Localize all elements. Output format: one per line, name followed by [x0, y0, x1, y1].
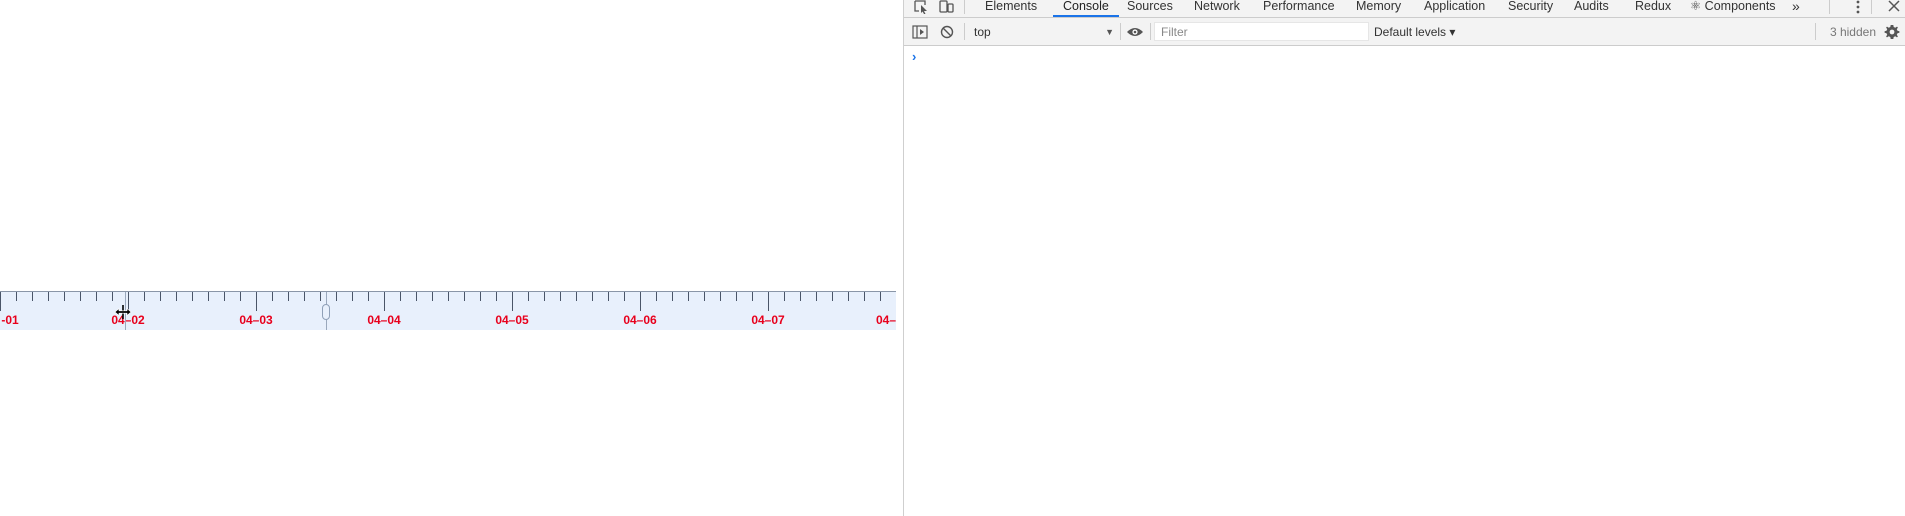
tab-application[interactable]: Application	[1424, 0, 1485, 17]
toolbar-separator	[1815, 23, 1816, 40]
tab-components[interactable]: ⚛ Components	[1690, 0, 1776, 17]
tab-sources[interactable]: Sources	[1127, 0, 1173, 17]
timeline-date-label: 04–03	[239, 313, 273, 327]
inspect-element-icon[interactable]	[913, 0, 929, 14]
timeline-date-label: 04–06	[623, 313, 657, 327]
context-value: top	[974, 25, 991, 39]
device-toolbar-icon[interactable]	[939, 0, 955, 14]
range-end-handle[interactable]	[322, 304, 330, 320]
devtools-panel: Elements Console Sources Network Perform…	[903, 0, 1905, 516]
live-expression-eye-icon[interactable]	[1126, 26, 1144, 38]
log-levels-dropdown[interactable]: Default levels ▾	[1374, 23, 1455, 41]
tab-elements[interactable]: Elements	[985, 0, 1037, 17]
context-selector[interactable]: top ▼	[974, 23, 1114, 41]
more-tabs-button[interactable]: »	[1792, 0, 1800, 17]
timeline-date-label: 04–05	[495, 313, 529, 327]
devtools-tab-bar: Elements Console Sources Network Perform…	[904, 0, 1905, 18]
tab-console[interactable]: Console	[1053, 0, 1119, 17]
page-content: -01 04–02 04–03 04–04 04–05 04–06 04–07 …	[0, 0, 903, 516]
tab-performance[interactable]: Performance	[1263, 0, 1335, 17]
toolbar-separator	[1829, 0, 1830, 14]
console-filter-input[interactable]	[1154, 22, 1369, 41]
clear-console-icon[interactable]	[940, 25, 954, 39]
sidebar-toggle-icon[interactable]	[912, 25, 928, 39]
timeline-date-label: 04–04	[367, 313, 401, 327]
console-toolbar: top ▼ Default levels ▾ 3 hidden	[904, 18, 1905, 46]
more-options-icon[interactable]	[1855, 0, 1861, 14]
console-settings-gear-icon[interactable]	[1884, 24, 1900, 40]
dropdown-arrow-icon: ▼	[1105, 27, 1114, 37]
toolbar-separator	[964, 0, 965, 14]
timeline-date-label: 04–07	[751, 313, 785, 327]
timeline-date-label: -01	[1, 313, 19, 327]
console-prompt-icon[interactable]: ›	[912, 49, 916, 64]
resize-cursor-icon	[114, 305, 132, 319]
toolbar-separator	[964, 23, 965, 40]
tab-security[interactable]: Security	[1508, 0, 1553, 17]
tab-audits[interactable]: Audits	[1574, 0, 1609, 17]
tab-memory[interactable]: Memory	[1356, 0, 1401, 17]
hidden-messages-count: 3 hidden	[1829, 25, 1876, 39]
tab-redux[interactable]: Redux	[1635, 0, 1671, 17]
timeline-ruler[interactable]: -01 04–02 04–03 04–04 04–05 04–06 04–07 …	[0, 291, 896, 330]
timeline-date-label: 04–	[875, 313, 897, 327]
toolbar-separator	[1871, 0, 1872, 14]
toolbar-separator	[1150, 23, 1151, 40]
close-devtools-icon[interactable]	[1887, 0, 1901, 14]
tab-network[interactable]: Network	[1194, 0, 1240, 17]
toolbar-separator	[1120, 23, 1121, 40]
